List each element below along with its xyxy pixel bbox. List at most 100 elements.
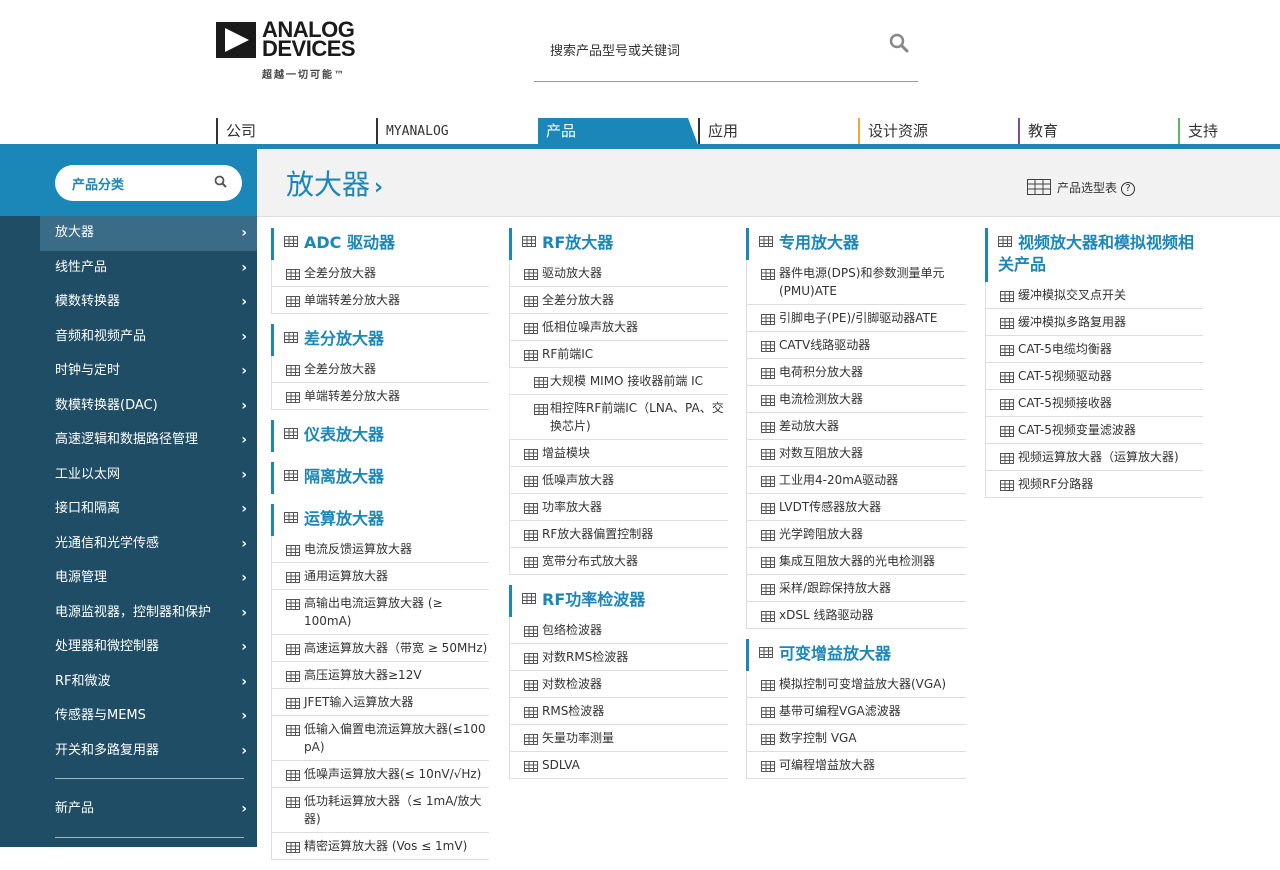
category-link[interactable]: 电荷积分放大器 [746,359,966,386]
category-link[interactable]: 高速运算放大器（带宽 ≥ 50MHz) [271,635,489,662]
category-link[interactable]: SDLVA [509,752,728,779]
table-icon [761,312,775,330]
category-link[interactable]: 缓冲模拟多路复用器 [985,309,1203,336]
nav-company[interactable]: 公司 [216,118,376,145]
search-icon[interactable] [888,32,912,56]
sidebar-item[interactable]: 传感器与MEMS › [40,699,257,734]
category-link[interactable]: 视频运算放大器（运算放大器) [985,444,1203,471]
category-link[interactable]: 增益模块 [509,440,728,467]
category-link[interactable]: 通用运算放大器 [271,563,489,590]
section-heading[interactable]: 专用放大器 [746,228,966,260]
category-link[interactable]: 差动放大器 [746,413,966,440]
sidebar-item[interactable]: 放大器 › [40,216,257,251]
category-link[interactable]: 低输入偏置电流运算放大器(≤100 pA) [271,716,489,761]
category-link[interactable]: 器件电源(DPS)和参数测量单元(PMU)ATE [746,260,966,305]
category-link[interactable]: 光学跨阻放大器 [746,521,966,548]
section-heading[interactable]: RF功率检波器 [509,585,728,617]
section-heading[interactable]: 仪表放大器 [271,420,489,452]
sidebar-item-new-products[interactable]: 新产品 › [40,792,257,827]
category-link[interactable]: 对数检波器 [509,671,728,698]
sidebar-item[interactable]: 线性产品 › [40,251,257,286]
category-link[interactable]: 引脚电子(PE)/引脚驱动器ATE [746,305,966,332]
search-input[interactable] [534,36,864,66]
sidebar-item[interactable]: 接口和隔离 › [40,492,257,527]
section-heading[interactable]: 差分放大器 [271,324,489,356]
category-link[interactable]: 数字控制 VGA [746,725,966,752]
category-link[interactable]: 可编程增益放大器 [746,752,966,779]
category-link[interactable]: 宽带分布式放大器 [509,548,728,575]
category-link[interactable]: CAT-5视频变量滤波器 [985,417,1203,444]
category-link[interactable]: 工业用4-20mA驱动器 [746,467,966,494]
sidebar-item[interactable]: 电源管理 › [40,561,257,596]
product-selector-link[interactable]: 产品选型表? [1027,179,1136,198]
category-link[interactable]: 低噪声运算放大器(≤ 10nV/√Hz) [271,761,489,788]
category-link[interactable]: 矢量功率测量 [509,725,728,752]
sidebar-item[interactable]: 开关和多路复用器 › [40,734,257,769]
category-link[interactable]: JFET输入运算放大器 [271,689,489,716]
category-link[interactable]: 驱动放大器 [509,260,728,287]
nav-support[interactable]: 支持 [1178,118,1278,145]
sidebar-item[interactable]: RF和微波 › [40,665,257,700]
nav-applications[interactable]: 应用 [698,118,858,145]
search-icon[interactable] [214,174,228,193]
category-link[interactable]: 高压运算放大器≥12V [271,662,489,689]
category-link[interactable]: RMS检波器 [509,698,728,725]
category-link[interactable]: CAT-5电缆均衡器 [985,336,1203,363]
category-link-label: 通用运算放大器 [304,569,389,583]
category-link[interactable]: 对数互阻放大器 [746,440,966,467]
category-link[interactable]: 单端转差分放大器 [271,287,489,314]
section-heading[interactable]: 运算放大器 [271,504,489,536]
section-heading[interactable]: 视频放大器和模拟视频相关产品 [985,228,1203,282]
category-link[interactable]: 视频RF分路器 [985,471,1203,498]
category-link[interactable]: 相控阵RF前端IC（LNA、PA、交换芯片) [509,395,728,440]
sidebar-item[interactable]: 数模转换器(DAC) › [40,389,257,424]
sidebar-item[interactable]: 时钟与定时 › [40,354,257,389]
section-heading[interactable]: 可变增益放大器 [746,639,966,671]
category-link[interactable]: 采样/跟踪保持放大器 [746,575,966,602]
category-link[interactable]: 电流检测放大器 [746,386,966,413]
nav-products[interactable]: 产品 [538,118,698,145]
category-link[interactable]: 缓冲模拟交叉点开关 [985,282,1203,309]
category-link[interactable]: 高输出电流运算放大器 (≥ 100mA) [271,590,489,635]
page-title[interactable]: 放大器 › [286,163,383,203]
category-link[interactable]: 低功耗运算放大器（≤ 1mA/放大器) [271,788,489,833]
sidebar-item[interactable]: 光通信和光学传感 › [40,527,257,562]
analog-devices-logo[interactable]: ANALOG DEVICES 超越一切可能™ [216,18,366,82]
sidebar-item[interactable]: 高速逻辑和数据路径管理 › [40,423,257,458]
category-link[interactable]: 全差分放大器 [509,287,728,314]
category-link[interactable]: 对数RMS检波器 [509,644,728,671]
category-link[interactable]: 电流反馈运算放大器 [271,536,489,563]
help-icon[interactable]: ? [1121,181,1136,196]
section-heading[interactable]: 隔离放大器 [271,462,489,494]
nav-design-resources[interactable]: 设计资源 [858,118,1018,145]
category-link[interactable]: 包络检波器 [509,617,728,644]
category-search-box[interactable]: 产品分类 [55,165,242,201]
category-link[interactable]: xDSL 线路驱动器 [746,602,966,629]
category-link[interactable]: RF放大器偏置控制器 [509,521,728,548]
sidebar-item[interactable]: 模数转换器 › [40,285,257,320]
category-link[interactable]: 基带可编程VGA滤波器 [746,698,966,725]
category-link[interactable]: CAT-5视频驱动器 [985,363,1203,390]
category-link[interactable]: 大规模 MIMO 接收器前端 IC [509,368,728,395]
category-link[interactable]: 模拟控制可变增益放大器(VGA) [746,671,966,698]
category-link[interactable]: CATV线路驱动器 [746,332,966,359]
category-link[interactable]: 全差分放大器 [271,260,489,287]
category-link[interactable]: CAT-5视频接收器 [985,390,1203,417]
section-heading[interactable]: ADC 驱动器 [271,228,489,260]
category-link[interactable]: 功率放大器 [509,494,728,521]
nav-myanalog[interactable]: MYANALOG [376,118,536,145]
category-link[interactable]: RF前端IC [509,341,728,368]
sidebar-item[interactable]: 电源监视器，控制器和保护 › [40,596,257,631]
category-link[interactable]: 低噪声放大器 [509,467,728,494]
category-link[interactable]: 全差分放大器 [271,356,489,383]
section-heading[interactable]: RF放大器 [509,228,728,260]
sidebar-item[interactable]: 处理器和微控制器 › [40,630,257,665]
category-link[interactable]: LVDT传感器放大器 [746,494,966,521]
sidebar-item[interactable]: 工业以太网 › [40,458,257,493]
sidebar-item[interactable]: 音频和视频产品 › [40,320,257,355]
nav-education[interactable]: 教育 [1018,118,1178,145]
category-link[interactable]: 低相位噪声放大器 [509,314,728,341]
sidebar-item-label: RF和微波 [55,673,111,689]
category-link[interactable]: 单端转差分放大器 [271,383,489,410]
category-link[interactable]: 集成互阻放大器的光电检测器 [746,548,966,575]
